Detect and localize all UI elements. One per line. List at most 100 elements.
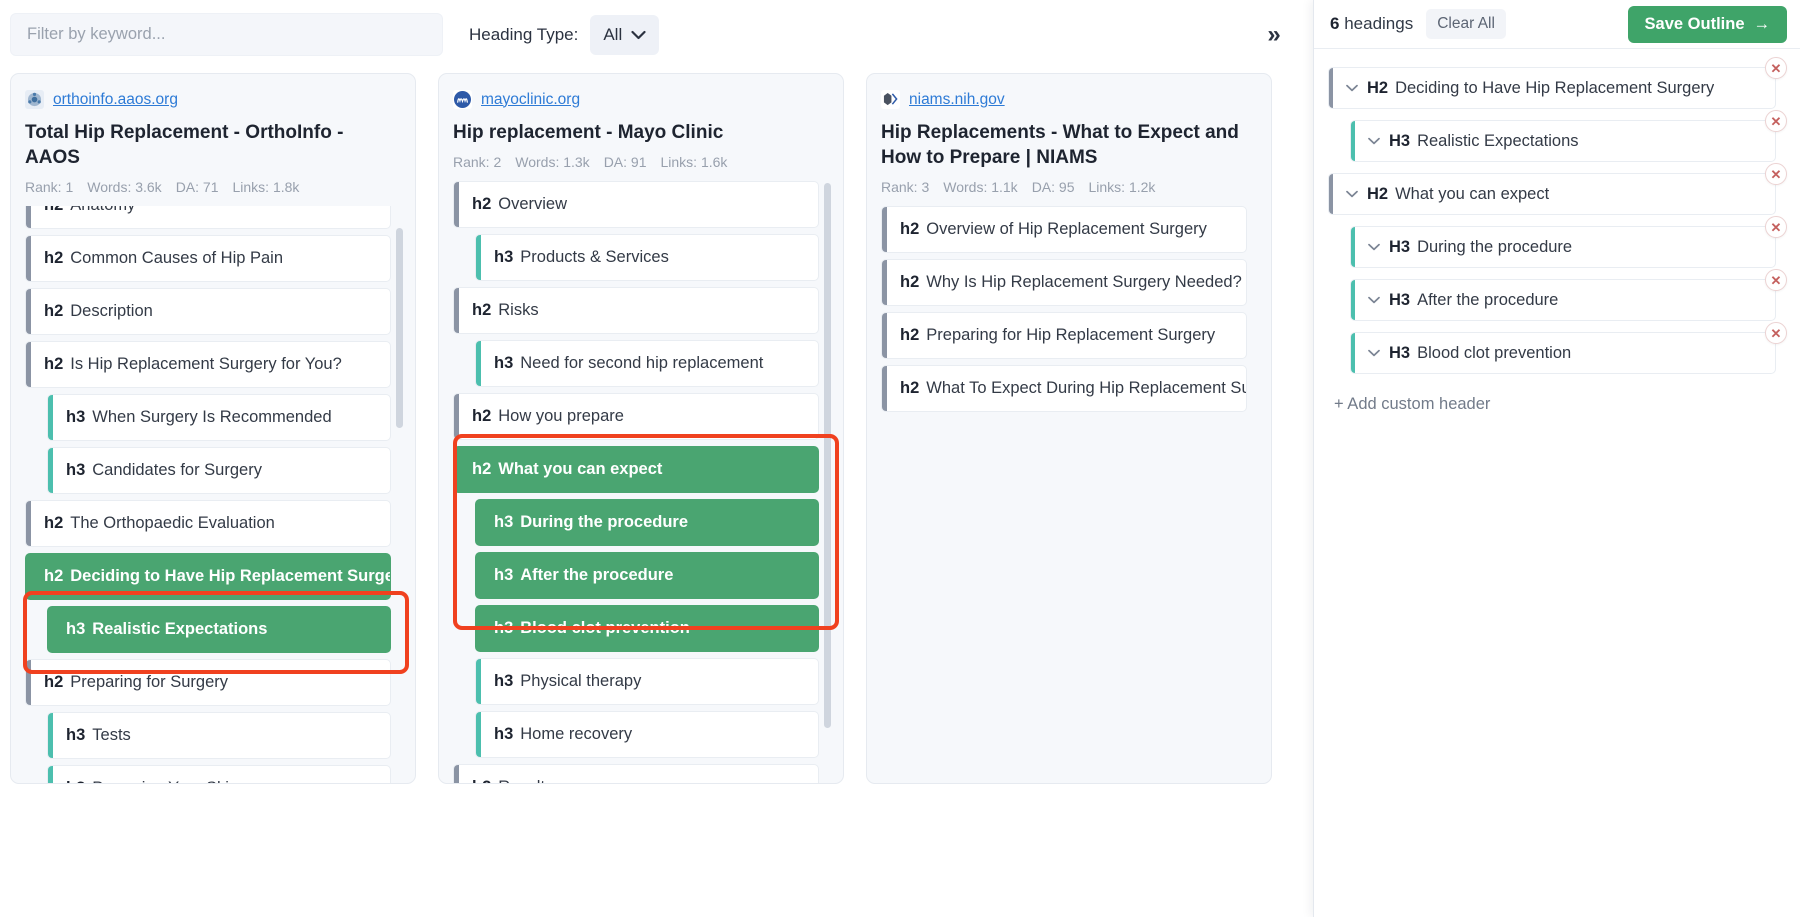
heading-text: Overview of Hip Replacement Surgery — [926, 220, 1207, 239]
heading-item[interactable]: h3Blood clot prevention — [475, 605, 819, 652]
heading-item[interactable]: h2Overview of Hip Replacement Surgery — [881, 206, 1247, 253]
heading-text: Preparing for Surgery — [70, 673, 228, 692]
remove-heading-button[interactable]: ✕ — [1765, 322, 1787, 344]
heading-tag: h3 — [494, 513, 513, 532]
heading-tag: h2 — [900, 379, 919, 398]
metric-links: Links: 1.8k — [233, 179, 300, 195]
heading-tag: h2 — [44, 514, 63, 533]
card-scrollbar[interactable] — [824, 183, 831, 728]
heading-item[interactable]: h2Is Hip Replacement Surgery for You? — [25, 341, 391, 388]
heading-text: Overview — [498, 195, 567, 214]
heading-text: Anatomy — [70, 206, 135, 215]
outline-item[interactable]: H3Realistic Expectations✕ — [1350, 120, 1776, 162]
heading-item[interactable]: h2Preparing for Surgery — [25, 659, 391, 706]
outline-panel-header: 6 headings Clear All Save Outline → — [1314, 0, 1800, 49]
card-domain-link[interactable]: mayoclinic.org — [481, 91, 580, 109]
heading-item[interactable]: h3Realistic Expectations — [47, 606, 391, 653]
heading-tag: h3 — [494, 354, 513, 373]
outline-item[interactable]: H3After the procedure✕ — [1350, 279, 1776, 321]
heading-item[interactable]: h2The Orthopaedic Evaluation — [25, 500, 391, 547]
heading-type-filter: Heading Type: All — [469, 15, 659, 55]
heading-text: Tests — [92, 726, 131, 745]
heading-item[interactable]: h3After the procedure — [475, 552, 819, 599]
heading-item[interactable]: h3Physical therapy — [475, 658, 819, 705]
heading-tag: h3 — [66, 620, 85, 639]
card-domain-row: orthoinfo.aaos.org — [25, 90, 401, 109]
outline-item[interactable]: H3During the procedure✕ — [1350, 226, 1776, 268]
outline-item[interactable]: H2Deciding to Have Hip Replacement Surge… — [1328, 67, 1776, 109]
outline-item-text: During the procedure — [1417, 238, 1572, 257]
competitor-card: orthoinfo.aaos.org Total Hip Replacement… — [10, 73, 416, 784]
heading-item[interactable]: h2How you prepare — [453, 393, 819, 440]
competitor-card: mayoclinic.org Hip replacement - Mayo Cl… — [438, 73, 844, 784]
card-domain-link[interactable]: niams.nih.gov — [909, 91, 1005, 109]
remove-heading-button[interactable]: ✕ — [1765, 269, 1787, 291]
heading-item[interactable]: h3Tests — [47, 712, 391, 759]
heading-tag: h3 — [66, 779, 85, 783]
card-title: Hip Replacements - What to Expect and Ho… — [881, 120, 1257, 170]
heading-text: What To Expect During Hip Replacement Su… — [926, 379, 1247, 398]
remove-heading-button[interactable]: ✕ — [1765, 216, 1787, 238]
card-metrics: Rank: 2 Words: 1.3k DA: 91 Links: 1.6k — [453, 154, 829, 170]
heading-item[interactable]: h2 What To Expect During Hip Replacement … — [881, 365, 1247, 412]
heading-item[interactable]: h2Overview — [453, 181, 819, 228]
remove-heading-button[interactable]: ✕ — [1765, 57, 1787, 79]
outline-item[interactable]: H2What you can expect✕ — [1328, 173, 1776, 215]
filter-keyword-input[interactable] — [10, 13, 443, 56]
heading-item[interactable]: h2Preparing for Hip Replacement Surgery — [881, 312, 1247, 359]
heading-item[interactable]: h3Home recovery — [475, 711, 819, 758]
metric-da: DA: 91 — [604, 154, 647, 170]
clear-all-button[interactable]: Clear All — [1426, 9, 1506, 39]
save-outline-button[interactable]: Save Outline → — [1628, 6, 1787, 43]
heading-text: Risks — [498, 301, 538, 320]
outline-item-text: Realistic Expectations — [1417, 132, 1578, 151]
heading-item[interactable]: h3Candidates for Surgery — [47, 447, 391, 494]
heading-item[interactable]: h2What you can expect — [453, 446, 819, 493]
headings-count: 6 headings — [1330, 14, 1413, 34]
heading-text: Need for second hip replacement — [520, 354, 763, 373]
heading-type-select[interactable]: All — [590, 15, 659, 55]
outline-item-tag: H3 — [1389, 344, 1410, 363]
outline-item[interactable]: H3Blood clot prevention✕ — [1350, 332, 1776, 374]
expand-panel-button[interactable]: » — [1257, 18, 1291, 52]
heading-text: Common Causes of Hip Pain — [70, 249, 283, 268]
heading-item[interactable]: h2Common Causes of Hip Pain — [25, 235, 391, 282]
heading-tag: h3 — [494, 672, 513, 691]
metric-rank: Rank: 3 — [881, 179, 929, 195]
chevron-down-icon — [1368, 296, 1380, 304]
heading-item[interactable]: h2Why Is Hip Replacement Surgery Needed? — [881, 259, 1247, 306]
card-domain-link[interactable]: orthoinfo.aaos.org — [53, 91, 178, 109]
heading-text: Deciding to Have Hip Replacement Surgery — [70, 567, 391, 586]
heading-item[interactable]: h2Anatomy — [25, 206, 391, 229]
remove-heading-button[interactable]: ✕ — [1765, 110, 1787, 132]
heading-item[interactable]: h3 Need for second hip replacement — [475, 340, 819, 387]
heading-item[interactable]: h3When Surgery Is Recommended — [47, 394, 391, 441]
heading-item[interactable]: h3During the procedure — [475, 499, 819, 546]
competitor-card: niams.nih.gov Hip Replacements - What to… — [866, 73, 1272, 784]
arrow-right-icon: → — [1754, 15, 1771, 34]
heading-text: Products & Services — [520, 248, 669, 267]
heading-tag: h2 — [472, 778, 491, 783]
add-custom-header-button[interactable]: + Add custom header — [1334, 395, 1490, 414]
heading-item[interactable]: h2Description — [25, 288, 391, 335]
heading-text: How you prepare — [498, 407, 624, 426]
card-metrics: Rank: 3 Words: 1.1k DA: 95 Links: 1.2k — [881, 179, 1257, 195]
heading-item[interactable]: h3Preparing Your Skin — [47, 765, 391, 783]
heading-tag: h3 — [494, 248, 513, 267]
chevron-down-icon — [1368, 349, 1380, 357]
heading-item[interactable]: h2Deciding to Have Hip Replacement Surge… — [25, 553, 391, 600]
outline-item-text: Deciding to Have Hip Replacement Surgery — [1395, 79, 1714, 98]
remove-heading-button[interactable]: ✕ — [1765, 163, 1787, 185]
toolbar: Heading Type: All » — [0, 0, 1313, 69]
card-scrollbar[interactable] — [396, 228, 403, 428]
heading-tag: h2 — [44, 355, 63, 374]
chevron-down-icon — [1346, 84, 1358, 92]
card-heading-list: h2Anatomyh2Common Causes of Hip Painh2De… — [25, 206, 405, 783]
metric-words: Words: 1.3k — [515, 154, 589, 170]
heading-text: Candidates for Surgery — [92, 461, 262, 480]
metric-rank: Rank: 2 — [453, 154, 501, 170]
heading-item[interactable]: h2Results — [453, 764, 819, 783]
heading-item[interactable]: h3 Products & Services — [475, 234, 819, 281]
heading-tag: h3 — [494, 619, 513, 638]
heading-item[interactable]: h2Risks — [453, 287, 819, 334]
